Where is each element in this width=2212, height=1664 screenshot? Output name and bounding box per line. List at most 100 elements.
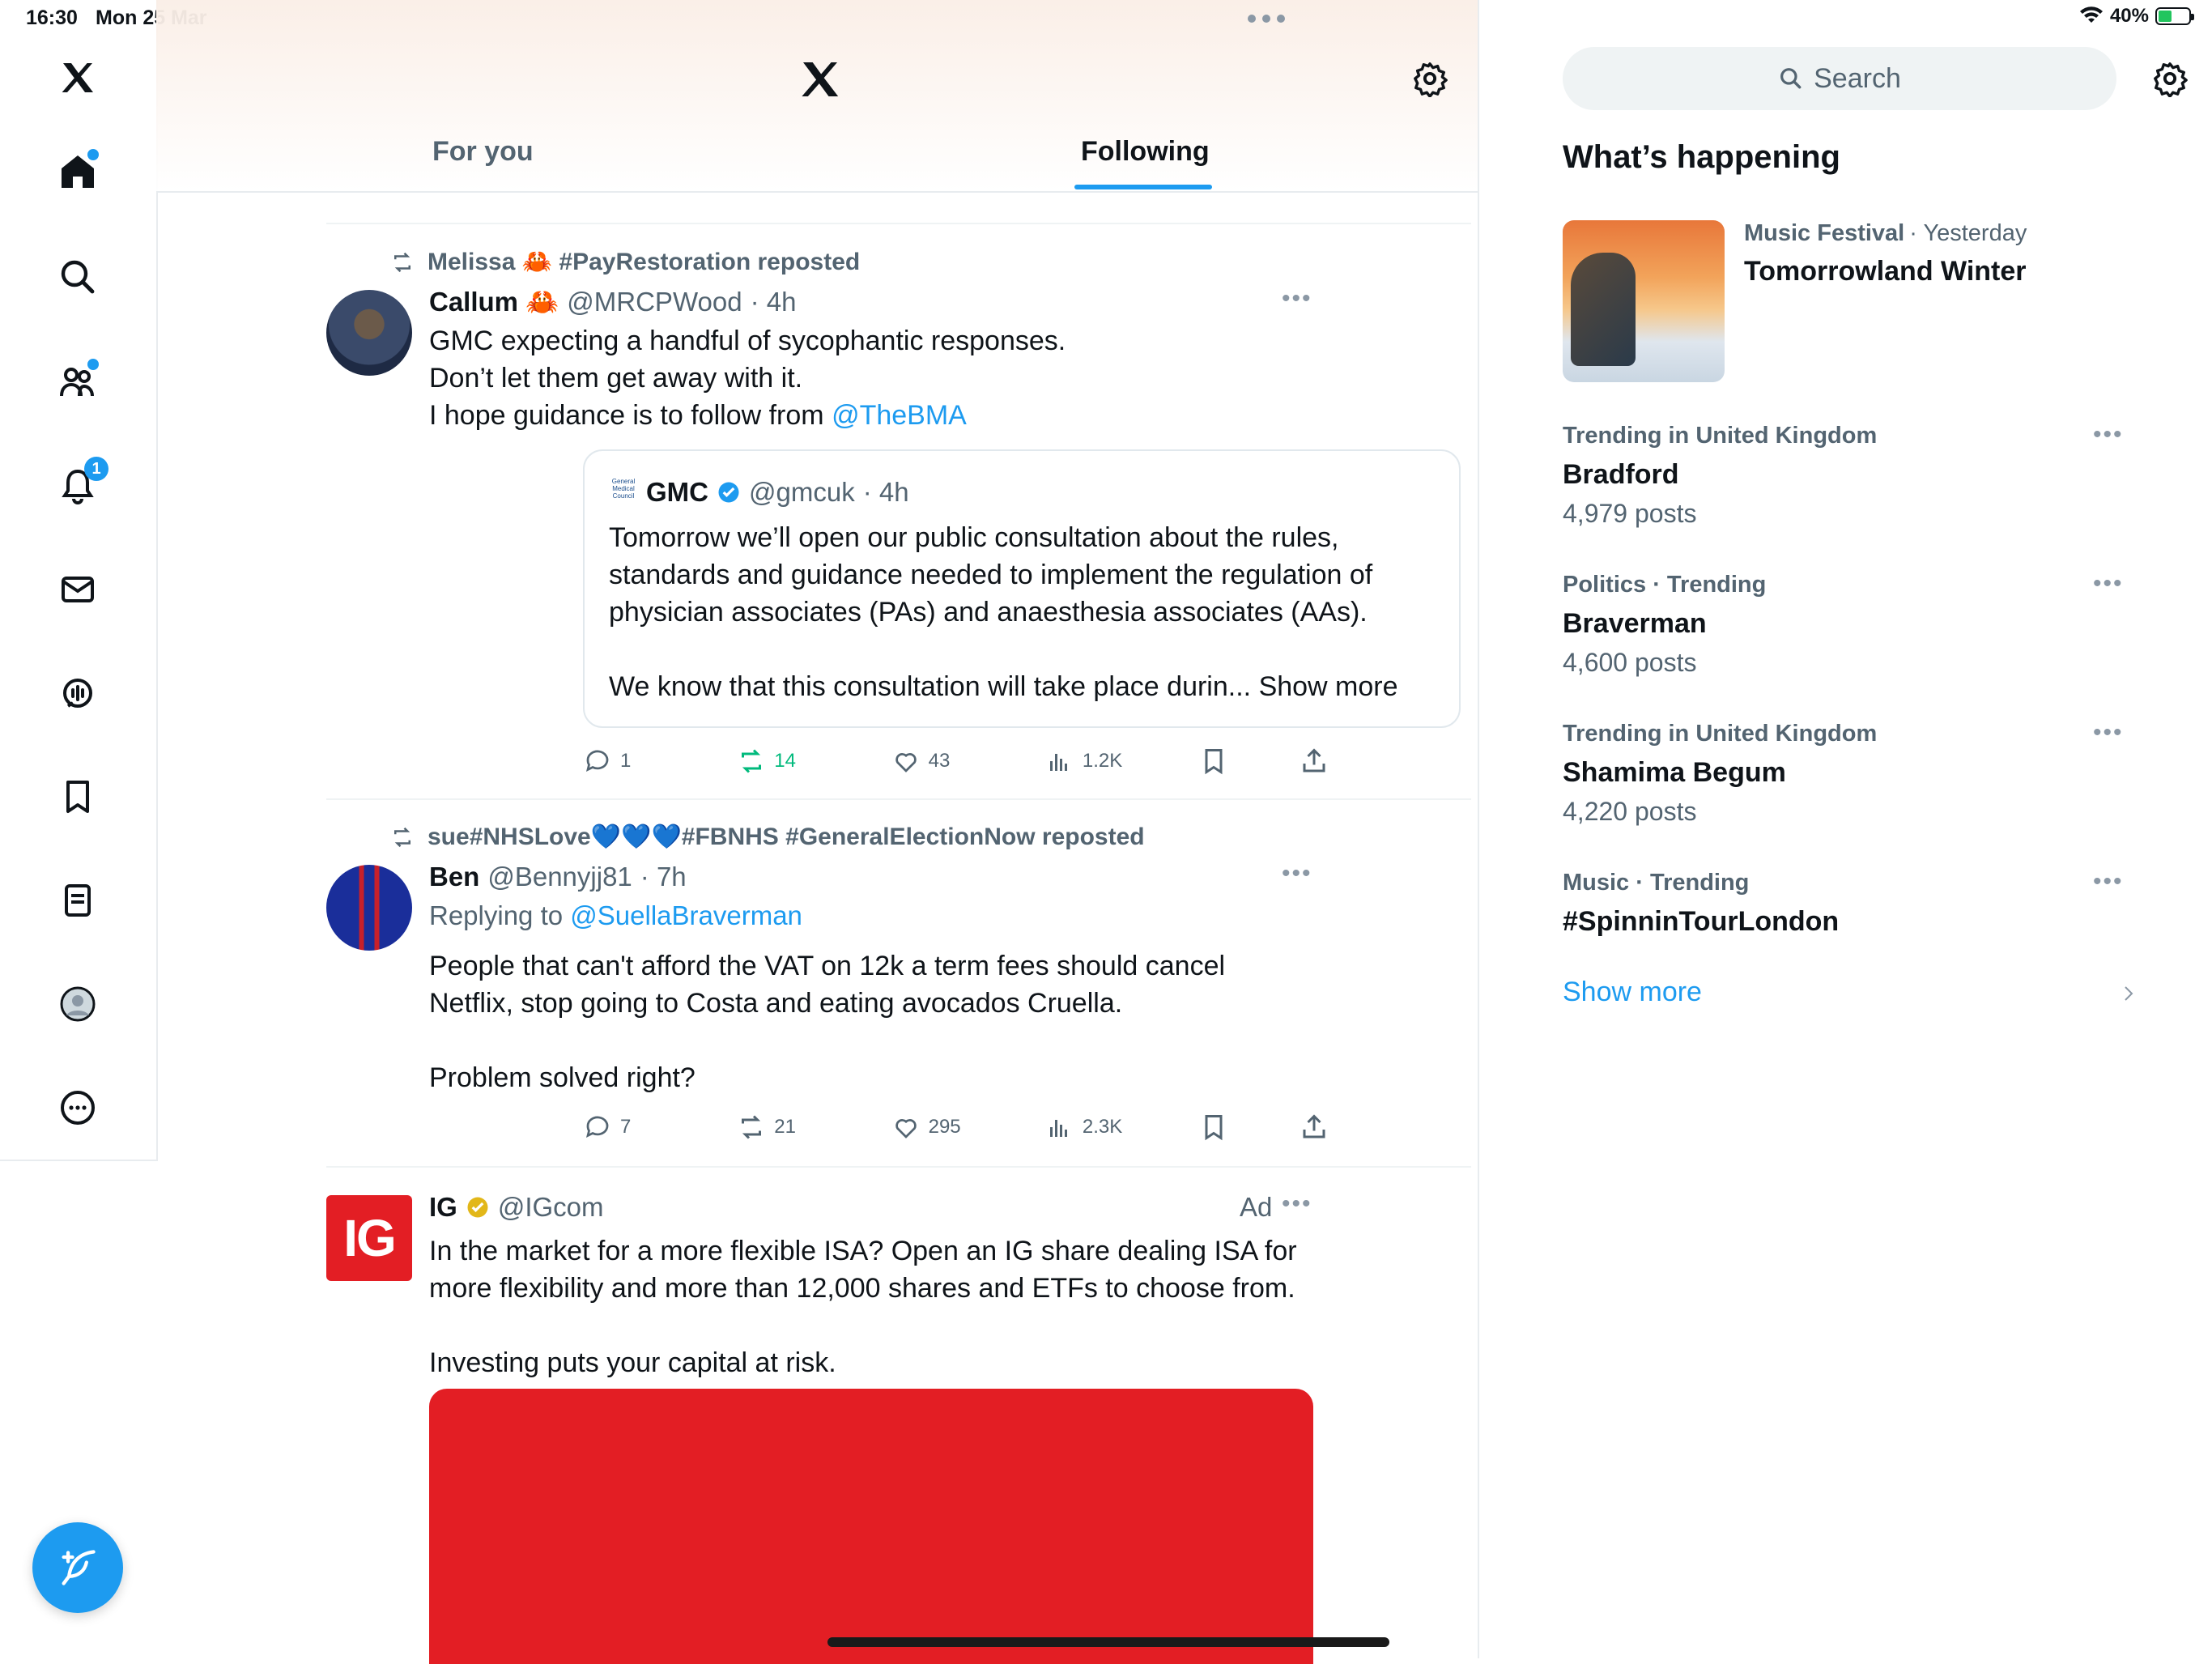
more-options-icon[interactable]: ••• <box>1282 1190 1312 1218</box>
section-title: What’s happening <box>1563 139 1840 175</box>
reply-button[interactable]: 7 <box>583 1113 737 1142</box>
author-handle[interactable]: @MRCPWood <box>567 287 742 317</box>
quoted-post[interactable]: General Medical Council GMC @gmcuk · 4h To… <box>583 449 1461 728</box>
like-button[interactable]: 43 <box>891 747 1045 776</box>
search-input[interactable]: Search <box>1563 47 2116 110</box>
explore-settings-icon[interactable] <box>2151 60 2189 101</box>
spaces-icon[interactable] <box>45 661 110 726</box>
post-header: Callum 🦀 @MRCPWood · 4h <box>429 287 796 318</box>
home-indicator[interactable] <box>827 1637 1389 1647</box>
trend-name: Bradford <box>1563 459 1679 490</box>
show-more-link[interactable]: Show more <box>1259 671 1398 702</box>
trend-item[interactable]: Trending in United Kingdom Bradford 4,97… <box>1563 423 2016 529</box>
replying-to: Replying to @SuellaBraverman <box>429 900 802 931</box>
quote-line: standards and guidance needed to impleme… <box>609 560 1373 590</box>
share-button[interactable] <box>1300 1113 1376 1142</box>
share-button[interactable] <box>1300 747 1376 776</box>
main-column: For you Following Melissa 🦀 #PayRestorat… <box>156 0 1479 1664</box>
trend-more-icon[interactable]: ••• <box>2093 570 2124 598</box>
event-card[interactable]: Music Festival · Yesterday Tomorrowland … <box>1563 220 2210 382</box>
post-text: In the market for a more flexible ISA? O… <box>429 1232 1297 1381</box>
trend-count: 4,220 posts <box>1563 797 1697 826</box>
event-image <box>1563 220 1725 382</box>
feed-ad-post[interactable]: IG IG @IGcom Ad ••• In the market for a … <box>156 1168 1478 1664</box>
trend-count: 4,979 posts <box>1563 499 1697 528</box>
mention-link[interactable]: @SuellaBraverman <box>570 900 802 930</box>
views-button[interactable]: 2.3K <box>1045 1113 1199 1142</box>
feed-post[interactable]: Melissa 🦀 #PayRestoration reposted Callu… <box>156 223 1478 800</box>
trend-more-icon[interactable]: ••• <box>2093 421 2124 449</box>
repost-icon <box>742 1115 762 1139</box>
like-icon <box>895 753 917 772</box>
trend-item[interactable]: Trending in United Kingdom Shamima Begum… <box>1563 721 2016 827</box>
lists-icon[interactable] <box>45 868 110 933</box>
show-more-link[interactable]: Show more <box>1563 977 1702 1008</box>
trend-meta: Trending in United Kingdom <box>1563 721 1878 747</box>
repost-button[interactable]: 21 <box>737 1113 891 1142</box>
author-name[interactable]: Callum 🦀 <box>429 287 559 318</box>
like-button[interactable]: 295 <box>891 1113 1045 1142</box>
multitasking-grabber[interactable] <box>1248 15 1285 23</box>
settings-icon[interactable] <box>1411 60 1448 101</box>
home-unread-dot <box>87 149 99 160</box>
bookmark-button[interactable] <box>1199 1113 1300 1142</box>
trend-item[interactable]: Music · Trending #SpinninTourLondon <box>1563 870 2016 938</box>
bell-icon[interactable]: 1 <box>45 453 110 518</box>
like-icon <box>895 1119 917 1138</box>
home-icon[interactable] <box>45 139 110 204</box>
quote-author-handle[interactable]: @gmcuk <box>749 477 855 508</box>
tab-following[interactable]: Following <box>1081 136 1210 168</box>
compose-button[interactable] <box>32 1522 123 1613</box>
more-options-icon[interactable]: ••• <box>1282 285 1312 313</box>
avatar[interactable] <box>326 865 412 951</box>
quote-line: Tomorrow we’ll open our public consultat… <box>609 522 1339 553</box>
more-options-icon[interactable]: ••• <box>1282 860 1312 887</box>
profile-icon[interactable] <box>45 972 110 1036</box>
trend-more-icon[interactable]: ••• <box>2093 719 2124 747</box>
communities-unread-dot <box>87 359 99 370</box>
replying-prefix: Replying to <box>429 900 564 930</box>
ad-media[interactable] <box>429 1389 1313 1664</box>
reply-button[interactable]: 1 <box>583 747 737 776</box>
trend-name: #SpinninTourLondon <box>1563 906 1840 937</box>
post-line: Problem solved right? <box>429 1062 696 1093</box>
quote-time: · 4h <box>862 477 909 507</box>
x-logo-icon[interactable] <box>45 45 110 110</box>
author-name[interactable]: Ben <box>429 862 479 892</box>
repost-count: 21 <box>774 1116 796 1138</box>
bookmark-icon[interactable] <box>45 764 110 829</box>
mention-link[interactable]: @TheBMA <box>832 400 967 431</box>
reply-icon <box>585 1116 609 1138</box>
trend-meta: Music · Trending <box>1563 870 1750 896</box>
views-button[interactable]: 1.2K <box>1045 747 1199 776</box>
author-handle[interactable]: @IGcom <box>498 1192 604 1223</box>
tab-for-you[interactable]: For you <box>432 136 534 168</box>
quote-author-name[interactable]: GMC <box>646 477 708 508</box>
trend-more-icon[interactable]: ••• <box>2093 868 2124 896</box>
ig-logo[interactable]: IG <box>326 1195 412 1281</box>
compose-icon <box>62 1550 96 1585</box>
trend-meta: Trending in United Kingdom <box>1563 423 1878 449</box>
search-icon[interactable] <box>45 245 110 309</box>
post-line: I hope guidance is to follow from @TheBM… <box>429 400 967 431</box>
avatar[interactable] <box>326 290 412 376</box>
reply-icon <box>585 750 609 772</box>
bookmark-button[interactable] <box>1199 747 1300 776</box>
more-icon[interactable] <box>45 1075 110 1140</box>
author-name[interactable]: IG <box>429 1192 457 1223</box>
repost-count: 14 <box>774 750 796 772</box>
author-handle[interactable]: @Bennyjj81 <box>487 862 632 892</box>
mail-icon[interactable] <box>45 557 110 622</box>
left-navigation: 1 <box>0 0 158 1161</box>
main-header: For you Following <box>156 0 1478 193</box>
feed-post[interactable]: sue#NHSLove💙💙💙#FBNHS #GeneralElectionNow… <box>156 800 1478 1166</box>
event-meta: Music Festival · Yesterday <box>1744 220 2027 247</box>
trend-name: Shamima Begum <box>1563 757 1786 788</box>
post-text: People that can't afford the VAT on 12k … <box>429 947 1225 1096</box>
verified-icon <box>718 482 739 503</box>
search-placeholder: Search <box>1814 62 1901 94</box>
repost-button[interactable]: 14 <box>737 747 891 776</box>
share-icon <box>1303 1114 1325 1138</box>
trend-item[interactable]: Politics · Trending Braverman 4,600 post… <box>1563 572 2016 678</box>
communities-icon[interactable] <box>45 349 110 414</box>
